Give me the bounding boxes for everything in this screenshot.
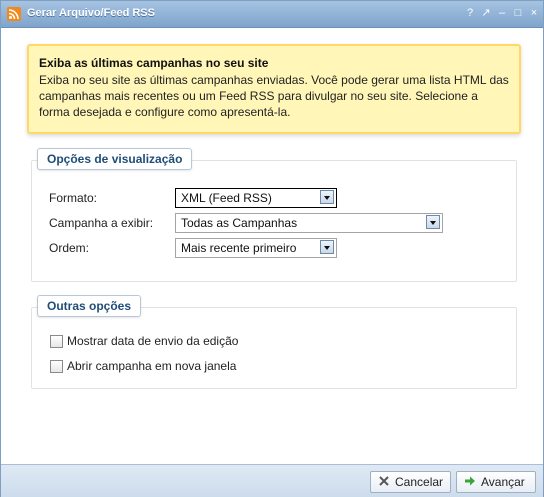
campaign-label: Campanha a exibir: bbox=[49, 216, 154, 230]
other-options-group: Outras opções bbox=[31, 295, 517, 389]
close-icon[interactable]: × bbox=[529, 6, 539, 20]
title-bar[interactable]: Gerar Arquivo/Feed RSS ? ↗ – □ × bbox=[1, 1, 543, 28]
show-date-checkbox[interactable] bbox=[50, 335, 63, 348]
other-options-legend: Outras opções bbox=[37, 295, 142, 317]
arrow-right-icon bbox=[464, 475, 476, 487]
cancel-label: Cancelar bbox=[395, 475, 444, 489]
dialog-window: Gerar Arquivo/Feed RSS ? ↗ – □ × Exiba a… bbox=[0, 0, 544, 497]
chevron-down-icon[interactable] bbox=[320, 240, 334, 254]
info-notice: Exiba as últimas campanhas no seu site E… bbox=[27, 44, 521, 134]
notice-body: Exiba no seu site as últimas campanhas e… bbox=[39, 73, 509, 119]
display-options-legend: Opções de visualização bbox=[37, 148, 193, 170]
window-title: Gerar Arquivo/Feed RSS bbox=[27, 7, 155, 19]
notice-heading: Exiba as últimas campanhas no seu site bbox=[39, 56, 269, 70]
format-value: XML (Feed RSS) bbox=[181, 191, 272, 205]
format-label: Formato: bbox=[49, 191, 98, 205]
maximize-icon[interactable]: □ bbox=[513, 6, 523, 20]
format-select[interactable]: XML (Feed RSS) bbox=[175, 188, 337, 208]
order-select[interactable]: Mais recente primeiro bbox=[175, 238, 337, 258]
close-icon bbox=[378, 475, 390, 487]
popout-icon[interactable]: ↗ bbox=[481, 6, 491, 20]
dialog-footer: Cancelar Avançar bbox=[1, 464, 543, 497]
window-controls: ? ↗ – □ × bbox=[465, 6, 539, 20]
minimize-icon[interactable]: – bbox=[497, 6, 507, 20]
chevron-down-icon[interactable] bbox=[320, 190, 334, 204]
campaign-select[interactable]: Todas as Campanhas bbox=[175, 213, 443, 233]
campaign-value: Todas as Campanhas bbox=[181, 216, 298, 230]
new-window-label[interactable]: Abrir campanha em nova janela bbox=[67, 359, 236, 373]
new-window-checkbox[interactable] bbox=[50, 360, 63, 373]
chevron-down-icon[interactable] bbox=[426, 215, 440, 229]
help-icon[interactable]: ? bbox=[465, 6, 475, 20]
next-label: Avançar bbox=[481, 475, 525, 489]
next-button[interactable]: Avançar bbox=[456, 471, 536, 493]
show-date-label[interactable]: Mostrar data de envio da edição bbox=[67, 334, 238, 348]
cancel-button[interactable]: Cancelar bbox=[370, 471, 451, 493]
order-value: Mais recente primeiro bbox=[181, 241, 297, 255]
rss-icon bbox=[7, 7, 21, 21]
order-label: Ordem: bbox=[49, 241, 90, 255]
